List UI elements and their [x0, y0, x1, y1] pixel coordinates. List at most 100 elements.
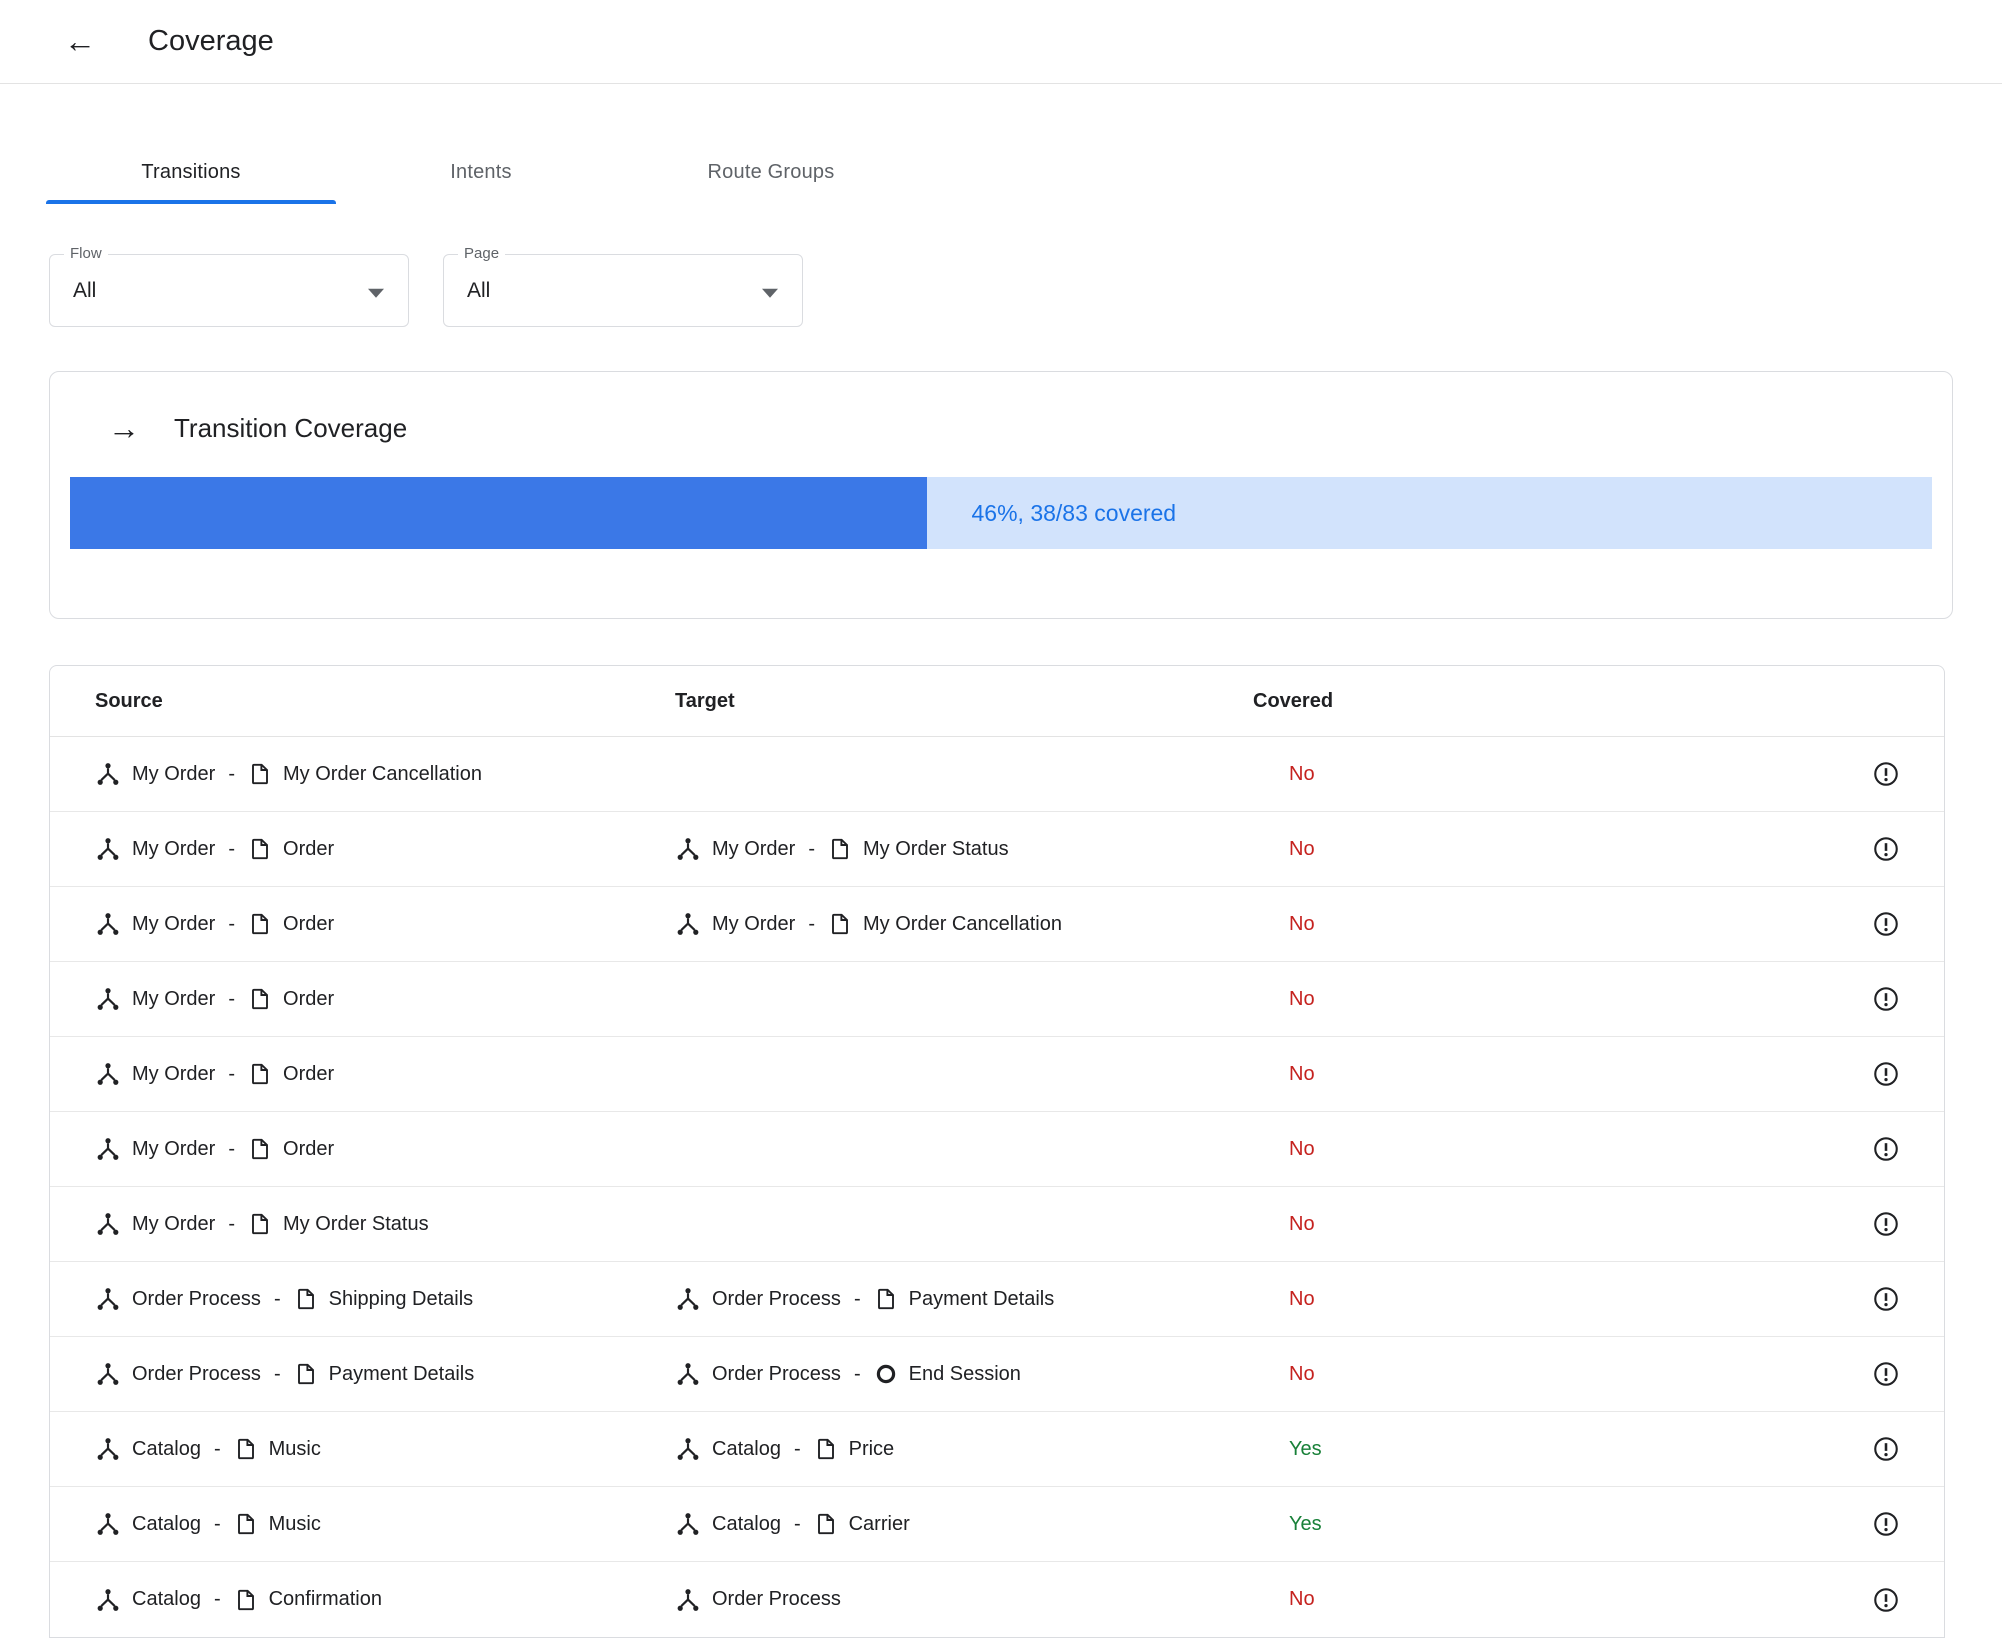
coverage-table-body: My Order - My Order Cancellation No My O… — [50, 737, 1944, 1637]
back-button[interactable]: ← — [58, 20, 102, 64]
info-icon[interactable] — [1872, 1210, 1900, 1238]
page-icon — [234, 1588, 258, 1612]
source-cell: My Order - Order — [95, 986, 675, 1012]
page-filter-value: All — [467, 278, 491, 302]
dash-separator: - — [853, 1362, 861, 1385]
tab-label: Route Groups — [707, 160, 835, 183]
source-flow-name: Order Process — [132, 1362, 261, 1385]
source-page-name: Order — [283, 1062, 335, 1085]
dash-separator: - — [273, 1287, 281, 1310]
page-filter-select[interactable]: Page All — [443, 245, 803, 327]
info-icon[interactable] — [1872, 910, 1900, 938]
covered-cell: No — [1253, 1588, 1832, 1611]
source-page-name: Music — [268, 1512, 321, 1535]
filter-row: Flow All Page All — [49, 245, 2002, 327]
info-icon[interactable] — [1872, 835, 1900, 863]
covered-value: No — [1289, 837, 1315, 860]
table-row: My Order - My Order Status No — [50, 1187, 1944, 1262]
tab-transitions[interactable]: Transitions — [46, 140, 336, 204]
covered-cell: Yes — [1253, 1438, 1832, 1461]
flow-icon — [95, 1061, 121, 1087]
info-icon[interactable] — [1872, 1135, 1900, 1163]
info-cell — [1832, 1510, 1928, 1538]
covered-value: No — [1289, 1137, 1315, 1160]
source-page-name: Order — [283, 987, 335, 1010]
covered-cell: No — [1253, 1138, 1832, 1161]
flow-icon — [95, 1436, 121, 1462]
chevron-down-icon — [762, 288, 778, 298]
covered-value: No — [1289, 1362, 1315, 1385]
page-filter-label: Page — [458, 245, 506, 262]
target-flow-name: Order Process — [712, 1362, 841, 1385]
info-icon[interactable] — [1872, 1510, 1900, 1538]
table-row: Catalog - Music Catalog - — [50, 1412, 1944, 1487]
covered-cell: No — [1253, 1288, 1832, 1311]
flow-icon — [95, 1211, 121, 1237]
source-page-name: Shipping Details — [328, 1287, 474, 1310]
dash-separator: - — [853, 1287, 861, 1310]
tab-label: Intents — [450, 160, 512, 183]
table-row: My Order - My Order Cancellation No — [50, 737, 1944, 812]
source-flow-name: My Order — [132, 1062, 216, 1085]
dash-separator: - — [213, 1512, 221, 1535]
table-row: My Order - Order My Order - — [50, 887, 1944, 962]
info-cell — [1832, 1586, 1928, 1614]
page-icon — [294, 1287, 318, 1311]
info-icon[interactable] — [1872, 985, 1900, 1013]
progress-remainder: 46%, 38/83 covered — [926, 477, 1932, 549]
info-cell — [1832, 835, 1928, 863]
target-page-group: - My Order Cancellation — [806, 912, 1062, 936]
target-flow-name: My Order — [712, 837, 796, 860]
page-icon — [248, 837, 272, 861]
dash-separator: - — [808, 837, 816, 860]
tab-route-groups[interactable]: Route Groups — [626, 140, 916, 204]
app-header: ← Coverage — [0, 0, 2002, 84]
target-flow-name: Catalog — [712, 1512, 781, 1535]
source-page-name: My Order Cancellation — [283, 762, 482, 785]
covered-value: No — [1289, 762, 1315, 785]
info-icon[interactable] — [1872, 1586, 1900, 1614]
covered-cell: No — [1253, 988, 1832, 1011]
transition-coverage-card: → Transition Coverage 46%, 38/83 covered — [49, 371, 1953, 619]
dash-separator: - — [213, 1588, 221, 1610]
source-page-name: Order — [283, 1137, 335, 1160]
target-page-name: My Order Status — [863, 837, 1009, 860]
flow-filter-select[interactable]: Flow All — [49, 245, 409, 327]
table-row: My Order - Order No — [50, 962, 1944, 1037]
flow-icon — [95, 911, 121, 937]
source-page-name: Music — [268, 1437, 321, 1460]
info-icon[interactable] — [1872, 760, 1900, 788]
info-icon[interactable] — [1872, 1435, 1900, 1463]
end-session-icon — [874, 1362, 898, 1386]
column-header-source: Source — [95, 689, 163, 712]
covered-value: No — [1289, 912, 1315, 935]
page-icon — [248, 1062, 272, 1086]
flow-icon — [675, 1286, 701, 1312]
target-page-name: Carrier — [848, 1512, 910, 1535]
table-row: Order Process - Payment Details Order Pr… — [50, 1337, 1944, 1412]
dash-separator: - — [228, 762, 236, 785]
tab-intents[interactable]: Intents — [336, 140, 626, 204]
flow-icon — [675, 911, 701, 937]
info-icon[interactable] — [1872, 1060, 1900, 1088]
target-page-group: - Price — [792, 1437, 894, 1461]
dash-separator: - — [228, 1062, 236, 1085]
info-icon[interactable] — [1872, 1360, 1900, 1388]
source-page-name: Order — [283, 837, 335, 860]
target-cell: Order Process - — [675, 1587, 1253, 1613]
target-page-icon — [874, 1287, 898, 1311]
flow-icon — [95, 1587, 121, 1613]
tab-label: Transitions — [141, 160, 241, 183]
info-cell — [1832, 910, 1928, 938]
dash-separator: - — [273, 1362, 281, 1385]
covered-value: No — [1289, 1287, 1315, 1310]
flow-filter-value: All — [73, 278, 97, 302]
coverage-table: Source Target Covered My Order - My Orde… — [49, 665, 1945, 1638]
target-page-group: - Carrier — [792, 1512, 910, 1536]
page-icon — [248, 1212, 272, 1236]
target-page-icon — [814, 1512, 838, 1536]
covered-cell: No — [1253, 838, 1832, 861]
table-row: Catalog - Confirmation Order Process No — [50, 1562, 1944, 1637]
info-icon[interactable] — [1872, 1285, 1900, 1313]
table-row: My Order - Order No — [50, 1112, 1944, 1187]
